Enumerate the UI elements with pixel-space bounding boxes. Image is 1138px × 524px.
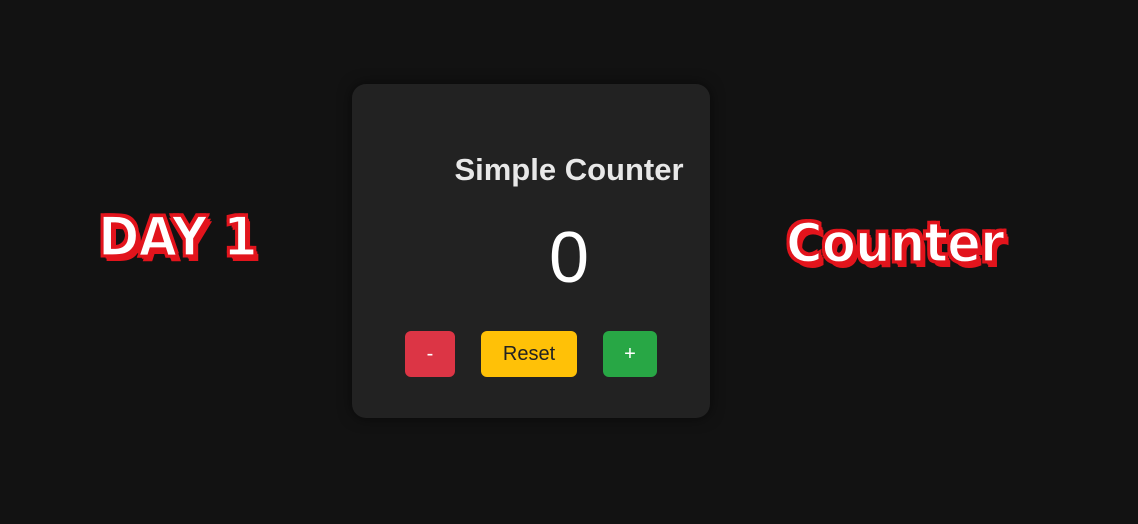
increment-button[interactable]: + bbox=[603, 331, 657, 377]
decrement-button[interactable]: - bbox=[405, 331, 455, 377]
counter-value: 0 bbox=[548, 218, 590, 298]
counter-title: Simple Counter bbox=[454, 152, 684, 187]
reset-button[interactable]: Reset bbox=[481, 331, 577, 377]
